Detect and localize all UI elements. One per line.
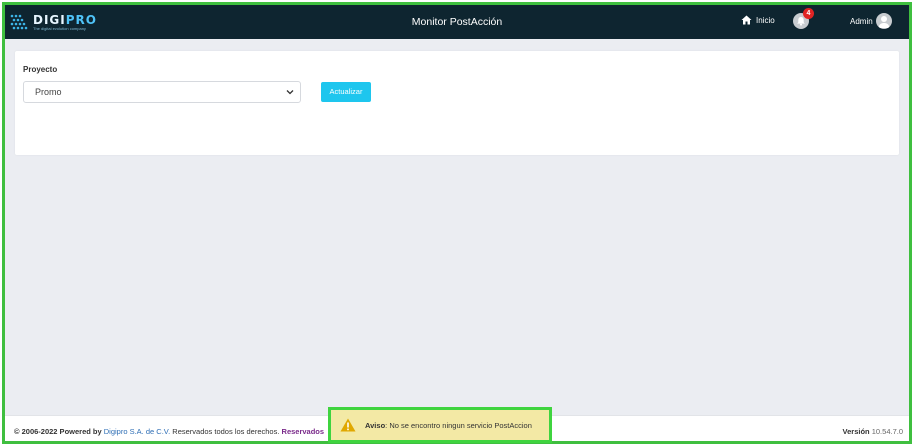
- top-navbar: DIGIPRO The digital evolution company Mo…: [5, 5, 909, 39]
- logo-text: DIGIPRO The digital evolution company: [33, 14, 97, 31]
- version-label: Versión: [842, 427, 870, 436]
- logo-tagline: The digital evolution company: [33, 25, 86, 31]
- project-select[interactable]: Promo: [23, 81, 301, 103]
- home-label: Inicio: [756, 15, 775, 25]
- app-frame: DIGIPRO The digital evolution company Mo…: [2, 2, 912, 444]
- toast-message: : No se encontro ningun servicio PostAcc…: [385, 420, 532, 430]
- notifications-button[interactable]: 4: [793, 8, 814, 29]
- home-link[interactable]: Inicio: [741, 15, 775, 25]
- chevron-down-icon: [286, 90, 294, 95]
- toast-title: Aviso: [365, 420, 386, 430]
- user-menu[interactable]: Admin: [850, 13, 892, 29]
- rights-link[interactable]: Reservados: [282, 427, 325, 436]
- update-button[interactable]: Actualizar: [321, 82, 371, 102]
- notification-badge: 4: [803, 8, 814, 19]
- company-link[interactable]: Digipro S.A. de C.V.: [104, 427, 170, 436]
- user-label: Admin: [850, 16, 873, 26]
- project-label: Proyecto: [23, 65, 58, 74]
- user-avatar-icon: [875, 13, 892, 29]
- home-icon: [741, 15, 752, 25]
- project-select-value: Promo: [35, 87, 62, 97]
- digipro-logo[interactable]: DIGIPRO The digital evolution company: [9, 11, 97, 33]
- warning-icon: [340, 418, 356, 432]
- footer-copyright: © 2006-2022 Powered by Digipro S.A. de C…: [14, 427, 325, 436]
- logo-name: DIGIPRO: [33, 12, 97, 27]
- logo-icon: [10, 14, 28, 30]
- warning-toast[interactable]: Aviso : No se encontro ningun servicio P…: [328, 407, 552, 443]
- version-info: Versión 10.54.7.0: [843, 427, 903, 436]
- version-value: 10.54.7.0: [871, 427, 903, 436]
- rights-text: Reservados todos los derechos.: [172, 427, 280, 436]
- filter-card: Proyecto Promo Actualizar: [15, 51, 899, 155]
